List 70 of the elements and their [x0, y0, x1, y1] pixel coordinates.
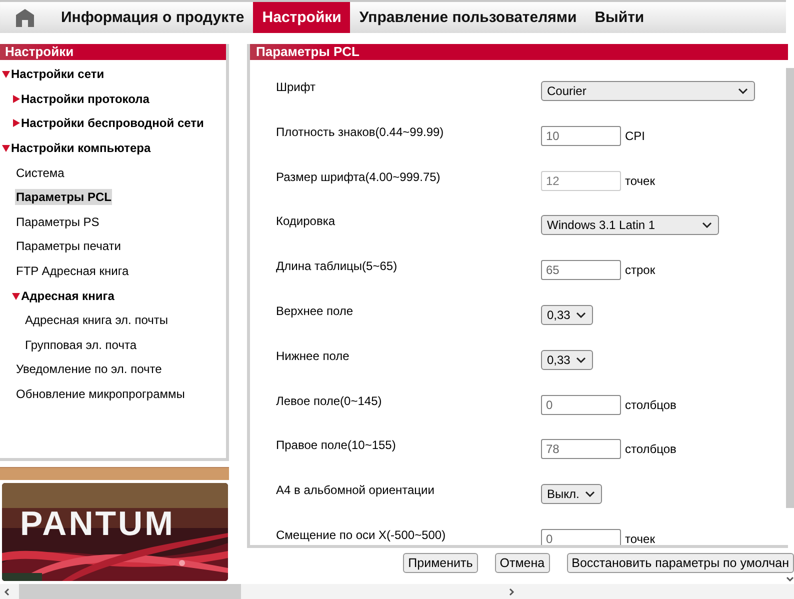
- collapsed-triangle-icon[interactable]: [12, 119, 20, 128]
- sidebar-title: Настройки: [0, 44, 226, 60]
- chevron-down-icon[interactable]: [576, 312, 586, 318]
- input-field[interactable]: 10: [541, 126, 621, 146]
- tree-item[interactable]: Уведомление по эл. почте: [15, 361, 163, 378]
- field-label: Шрифт: [275, 80, 316, 96]
- chevron-down-icon[interactable]: [738, 88, 748, 94]
- tree-item[interactable]: Адресная книга: [0, 283, 226, 308]
- tree-item-label[interactable]: Настройки компьютера: [11, 141, 151, 156]
- field-label: Плотность знаков(0.44~99.99): [275, 124, 445, 141]
- chevron-down-icon[interactable]: [585, 491, 596, 498]
- field-label: Левое поле(0~145): [275, 394, 383, 410]
- tree-item[interactable]: Настройки компьютера: [0, 136, 226, 160]
- tree-item[interactable]: Настройки сети: [0, 62, 226, 87]
- tree-item[interactable]: Параметры PCL: [15, 189, 112, 206]
- input-field[interactable]: 0: [541, 528, 621, 545]
- field-label: Кодировка: [275, 214, 336, 230]
- dropdown[interactable]: 0,33: [541, 304, 594, 325]
- nav-tab[interactable]: Управление пользователями: [350, 2, 586, 33]
- field-label: Размер шрифта(4.00~999.75): [275, 170, 442, 186]
- tree-item-label[interactable]: Настройки сети: [11, 67, 104, 82]
- unit-label: столбцов: [625, 398, 676, 412]
- nav-tab[interactable]: Настройки: [253, 2, 350, 33]
- horizontal-scrollbar[interactable]: [0, 584, 794, 599]
- field-label: Длина таблицы(5~65): [275, 259, 398, 276]
- unit-label: точек: [625, 532, 655, 545]
- nav-tab[interactable]: Информация о продукте: [52, 2, 254, 33]
- unit-label: точек: [625, 174, 655, 188]
- unit-label: столбцов: [625, 442, 676, 456]
- tree-item[interactable]: Адресная книга эл. почты: [24, 312, 169, 328]
- tree-item[interactable]: Система: [15, 164, 66, 181]
- collapsed-triangle-icon[interactable]: [12, 94, 20, 103]
- tree-item-label[interactable]: Настройки беспроводной сети: [21, 116, 204, 130]
- logo-text: PANTUM: [20, 505, 175, 544]
- dropdown[interactable]: Windows 3.1 Latin 1: [541, 215, 719, 236]
- tree-item-label[interactable]: Настройки протокола: [21, 92, 150, 106]
- field-label: Верхнее поле: [275, 304, 354, 320]
- input-field[interactable]: 78: [541, 439, 621, 460]
- field-label: Нижнее поле: [275, 348, 350, 365]
- input-field[interactable]: 65: [541, 260, 621, 280]
- vertical-scrollbar[interactable]: [786, 68, 794, 508]
- tree-item[interactable]: Параметры печати: [15, 238, 122, 254]
- dropdown[interactable]: Courier: [541, 81, 755, 101]
- button[interactable]: Применить: [403, 553, 478, 573]
- dropdown[interactable]: Выкл.: [541, 484, 602, 504]
- field-label: Смещение по оси X(-500~500): [275, 528, 447, 544]
- field-label: A4 в альбомной ориентации: [275, 483, 436, 500]
- expanded-triangle-icon[interactable]: [12, 292, 20, 300]
- tree-item[interactable]: Настройки протокола: [0, 86, 226, 112]
- dropdown[interactable]: 0,33: [541, 350, 594, 370]
- button[interactable]: Отмена: [494, 553, 550, 573]
- button[interactable]: Восстановить параметры по умолчан: [566, 553, 794, 573]
- tree-item-label[interactable]: Адресная книга: [21, 288, 114, 303]
- tree-item[interactable]: FTP Адресная книга: [15, 263, 130, 280]
- field-label: Правое поле(10~155): [275, 438, 397, 454]
- input-field[interactable]: 0: [541, 394, 621, 415]
- unit-label: CPI: [625, 128, 646, 143]
- chevron-down-icon[interactable]: [702, 222, 712, 228]
- unit-label: строк: [625, 263, 656, 278]
- tree-item[interactable]: Параметры PS: [15, 214, 100, 230]
- panel-title: Параметры PCL: [250, 44, 788, 60]
- tree-item[interactable]: Настройки беспроводной сети: [0, 111, 226, 136]
- expanded-triangle-icon[interactable]: [2, 144, 10, 152]
- scrollbar-thumb[interactable]: [19, 584, 241, 599]
- tree-item[interactable]: Групповая эл. почта: [24, 336, 138, 353]
- expanded-triangle-icon[interactable]: [2, 70, 10, 78]
- chevron-down-icon[interactable]: [576, 356, 586, 363]
- home-icon[interactable]: [15, 8, 35, 28]
- nav-tab[interactable]: Выйти: [586, 2, 654, 33]
- tree-item[interactable]: Обновление микропрограммы: [15, 386, 186, 402]
